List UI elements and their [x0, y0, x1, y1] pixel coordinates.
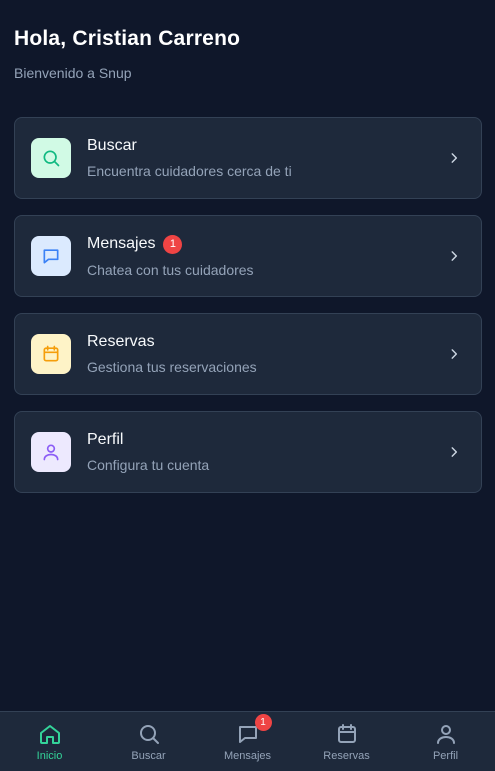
card-description: Configura tu cuenta: [87, 457, 210, 473]
calendar-icon: [337, 724, 356, 743]
home-icon: [39, 725, 60, 744]
tab-label: Perfil: [432, 750, 459, 762]
card-reservas[interactable]: Reservas Gestiona tus reservaciones: [14, 313, 482, 395]
card-description: Gestiona tus reservaciones: [87, 359, 257, 375]
unread-badge: 1: [254, 714, 272, 731]
greeting-subtitle: Bienvenido a Snup: [14, 65, 132, 81]
chevron-right-icon: [451, 349, 458, 359]
card-description: Encuentra cuidadores cerca de ti: [87, 163, 292, 179]
tab-label: Reservas: [323, 750, 370, 762]
tab-reservas[interactable]: Reservas: [297, 712, 396, 771]
card-buscar[interactable]: Buscar Encuentra cuidadores cerca de ti: [14, 117, 482, 199]
unread-badge: 1: [163, 234, 183, 254]
tab-inicio[interactable]: Inicio: [0, 712, 99, 771]
search-icon: [139, 725, 159, 744]
card-perfil[interactable]: Perfil Configura tu cuenta: [14, 411, 482, 493]
search-icon: [31, 138, 71, 178]
tab-label: Mensajes: [223, 750, 272, 762]
card-mensajes[interactable]: Mensajes 1 Chatea con tus cuidadores: [14, 215, 482, 297]
tab-buscar[interactable]: Buscar: [99, 712, 198, 771]
tab-perfil[interactable]: Perfil: [396, 712, 495, 771]
menu-cards: Buscar Encuentra cuidadores cerca de ti …: [14, 117, 482, 509]
chevron-right-icon: [451, 153, 458, 163]
card-description: Chatea con tus cuidadores: [87, 261, 254, 278]
user-icon: [31, 432, 71, 472]
card-title: Reservas: [87, 333, 155, 350]
user-icon: [436, 725, 455, 744]
calendar-icon: [31, 334, 71, 374]
tab-label: Inicio: [36, 750, 63, 762]
tab-mensajes[interactable]: 1 Mensajes: [198, 712, 297, 771]
header: Hola, Cristian Carreno Bienvenido a Snup: [14, 27, 240, 81]
tab-label: Buscar: [131, 750, 166, 762]
card-title: Buscar: [87, 137, 137, 154]
chevron-right-icon: [451, 447, 458, 457]
home-screen: Hola, Cristian Carreno Bienvenido a Snup…: [0, 0, 495, 771]
chevron-right-icon: [451, 251, 458, 261]
greeting-title: Hola, Cristian Carreno: [14, 27, 241, 50]
chat-icon: [31, 236, 71, 276]
card-title: Mensajes: [87, 235, 156, 252]
card-title: Perfil: [87, 431, 124, 448]
bottom-tab-bar: Inicio Buscar 1 Mensajes Reservas Perfil: [0, 711, 495, 771]
